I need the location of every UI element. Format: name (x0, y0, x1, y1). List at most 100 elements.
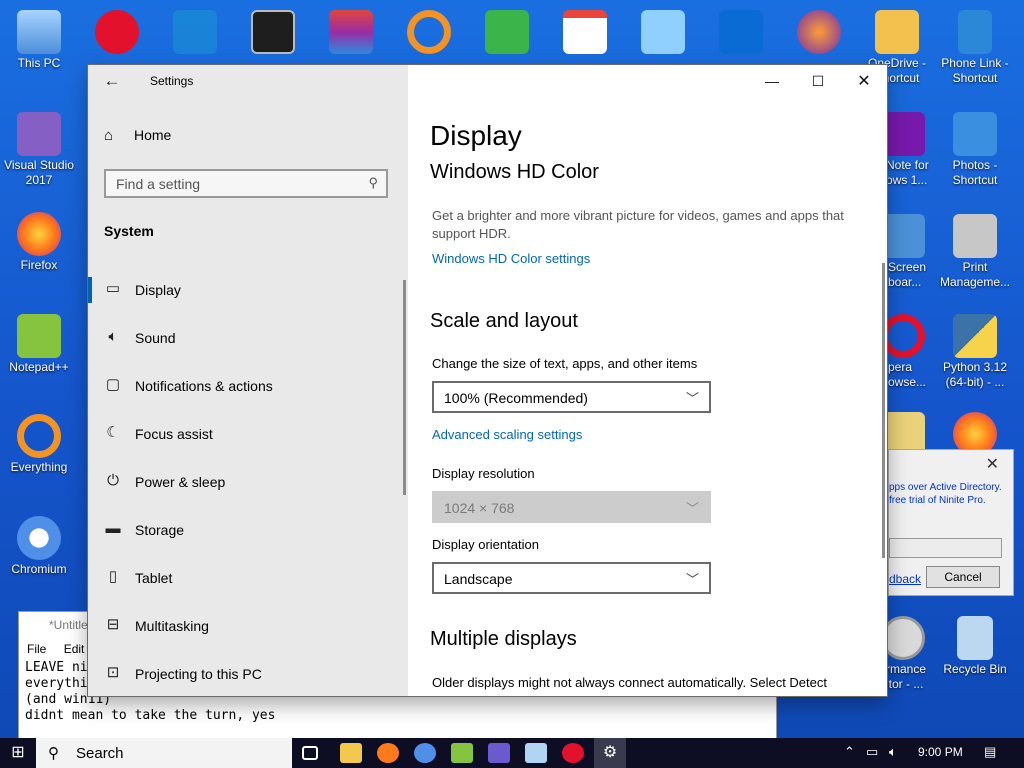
search-box: ⚲ (104, 169, 388, 198)
desktop-icon-chromium[interactable]: Chromium (2, 512, 76, 577)
notepad-plus-plus-icon (17, 314, 61, 358)
scale-heading: Scale and layout (430, 310, 578, 332)
search-icon: ⚲ (48, 745, 59, 762)
opera-icon (881, 314, 925, 358)
scale-value: 100% (Recommended) (444, 390, 588, 406)
notification-center-icon[interactable]: ▤ (984, 744, 996, 760)
desktop-icon-python[interactable]: Python 3.12 (64-bit) - ... (938, 310, 1012, 390)
page-title: Display (430, 120, 522, 151)
sidebar-item-notifications[interactable]: ▢ Notifications & actions (88, 363, 408, 411)
dialog-field (889, 538, 1002, 558)
file-explorer-icon[interactable] (340, 743, 362, 763)
desktop-icon-visual-studio-2017[interactable]: Visual Studio 2017 (2, 108, 76, 188)
orientation-dropdown[interactable]: Landscape ﹀ (432, 562, 711, 594)
desktop-icon-notepad-plus-plus[interactable]: Notepad++ (2, 310, 76, 375)
minimize-icon[interactable]: — (749, 65, 795, 98)
orientation-label: Display orientation (432, 537, 539, 552)
sidebar-item-multitasking[interactable]: ⊟ Multitasking (88, 603, 408, 651)
sidebar-item-tablet[interactable]: ▯ Tablet (88, 555, 408, 603)
clock[interactable]: 9:00 PM (918, 745, 963, 759)
phone-icon (958, 10, 992, 54)
tablet-icon: ▯ (108, 568, 118, 585)
search-input[interactable] (106, 171, 356, 196)
maximize-icon[interactable]: ☐ (795, 65, 841, 98)
feedback-link[interactable]: dback (889, 572, 921, 586)
windows-start-icon[interactable]: ⊞ (0, 738, 36, 768)
store-icon (485, 10, 529, 54)
sidebar-item-power-sleep[interactable]: ⏻ Power & sleep (88, 459, 408, 507)
desktop-icon-everything[interactable]: Everything (2, 410, 76, 475)
notepad-plus-plus-icon[interactable] (451, 743, 473, 763)
notepad-icon[interactable] (525, 743, 547, 763)
close-icon[interactable]: ✕ (841, 65, 887, 98)
home-icon: ⌂ (104, 127, 114, 144)
arrow-left-icon[interactable]: ← (102, 71, 122, 91)
hdr-settings-link[interactable]: Windows HD Color settings (432, 251, 590, 266)
menu-edit[interactable]: Edit (64, 642, 85, 656)
network-icon[interactable]: ▭ (866, 744, 878, 760)
task-view-icon[interactable] (302, 746, 318, 760)
app-title: Settings (150, 74, 194, 88)
sidebar-item-storage[interactable]: ▬ Storage (88, 507, 408, 555)
taskbar-search[interactable]: ⚲ Search (36, 738, 292, 768)
content-scrollbar[interactable] (882, 263, 885, 558)
desktop-icon-everything-top[interactable] (392, 6, 466, 56)
desktop-icon-recycle-bin[interactable]: Recycle Bin (938, 612, 1012, 677)
volume-icon[interactable]: 🔈︎ (889, 744, 897, 760)
desktop-icon-this-pc[interactable]: This PC (2, 6, 76, 71)
taskbar: ⊞ ⚲ Search ⚙ ⌃ ▭ 🔈︎ 9:00 PM ▤ (0, 738, 1024, 768)
sidebar-item-focus-assist[interactable]: ☾ Focus assist (88, 411, 408, 459)
moon-icon: ☾ (106, 424, 120, 441)
desktop-icon-photos[interactable]: Photos - Shortcut (938, 108, 1012, 188)
settings-gear-icon[interactable]: ⚙ (594, 738, 626, 768)
desktop-icon-opera[interactable] (80, 6, 154, 56)
chromium-icon[interactable] (414, 743, 436, 763)
resolution-label: Display resolution (432, 466, 535, 481)
scale-label: Change the size of text, apps, and other… (432, 356, 698, 371)
recycle-bin-icon (957, 616, 993, 660)
home-nav-item[interactable]: ⌂ Home (104, 127, 171, 147)
chevron-up-icon[interactable]: ⌃ (844, 744, 855, 760)
hdr-heading: Windows HD Color (430, 161, 599, 183)
desktop-icon-microsoft-store[interactable] (704, 6, 778, 56)
opera-icon[interactable] (562, 743, 584, 763)
visual-studio-icon (17, 112, 61, 156)
advanced-scaling-link[interactable]: Advanced scaling settings (432, 427, 582, 442)
firefox-nightly-icon (797, 10, 841, 54)
desktop-icon-magnifier[interactable] (626, 6, 700, 56)
close-icon[interactable]: ✕ (986, 454, 999, 473)
printer-icon (953, 214, 997, 258)
search-icon: ⚲ (368, 175, 378, 190)
desktop-icon-print-management[interactable]: Print Manageme... (938, 210, 1012, 290)
menu-file[interactable]: File (27, 642, 46, 656)
desktop-icon-command-prompt[interactable] (236, 6, 310, 56)
python-icon (953, 314, 997, 358)
gauge-icon (881, 616, 925, 660)
desktop-icon-winrar[interactable] (314, 6, 388, 56)
sidebar-item-display[interactable]: ▭ Display (88, 267, 408, 315)
power-icon: ⏻ (107, 472, 119, 489)
desktop-icon-nightly[interactable] (782, 6, 856, 56)
desktop-icon-gmail[interactable] (548, 6, 622, 56)
sidebar-item-projecting[interactable]: ⊡ Projecting to this PC (88, 651, 408, 696)
projector-icon: ⊡ (106, 664, 120, 681)
resolution-value: 1024 × 768 (444, 500, 515, 516)
winrar-icon (329, 10, 373, 54)
settings-content: — ☐ ✕ Display Windows HD Color Get a bri… (408, 65, 887, 696)
firefox-icon[interactable] (377, 743, 399, 763)
scale-dropdown[interactable]: 100% (Recommended) ﹀ (432, 381, 711, 413)
desktop-icon-phone-link[interactable]: Phone Link - Shortcut (938, 6, 1012, 86)
sidebar-item-sound[interactable]: 🔈︎ Sound (88, 315, 408, 363)
notification-icon: ▢ (105, 376, 121, 393)
folder-icon (875, 10, 919, 54)
hdr-description: Get a brighter and more vibrant picture … (432, 208, 844, 241)
chromium-icon (17, 516, 61, 560)
desktop-icon-store[interactable] (470, 6, 544, 56)
cancel-button[interactable]: Cancel (926, 566, 1000, 588)
orientation-value: Landscape (444, 571, 513, 587)
desktop-icon-vs-installer[interactable] (158, 6, 232, 56)
visual-studio-icon[interactable] (488, 743, 510, 763)
desktop-icon-firefox[interactable]: Firefox (2, 208, 76, 273)
section-title: System (104, 223, 154, 239)
sidebar-scrollbar[interactable] (403, 280, 406, 495)
